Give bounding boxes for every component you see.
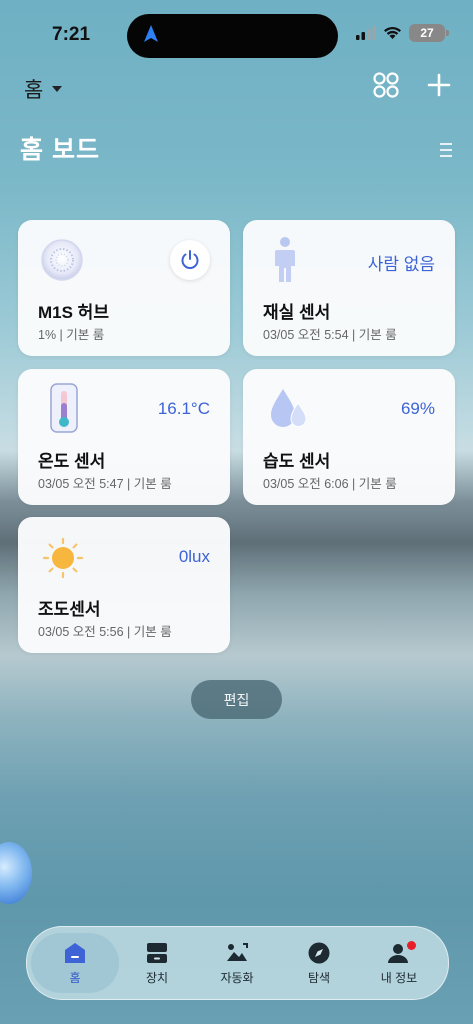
- device-subtitle: 03/05 오전 5:56 | 기본 룸: [38, 625, 172, 639]
- thermometer-icon: [50, 383, 78, 433]
- tab-label: 내 정보: [380, 970, 418, 985]
- device-value: 16.1°C: [157, 399, 210, 418]
- battery-level: 27: [420, 26, 434, 40]
- tab-automation[interactable]: 자동화: [195, 933, 279, 993]
- device-card-humidity[interactable]: 69% 습도 센서 03/05 오전 6:06 | 기본 룸: [243, 369, 455, 505]
- caret-down-icon: [52, 86, 63, 92]
- person-icon: [275, 237, 295, 282]
- device-subtitle: 03/05 오전 5:54 | 기본 룸: [263, 328, 397, 342]
- top-actions: [373, 72, 451, 98]
- assistant-bubble-icon[interactable]: [0, 842, 32, 904]
- device-subtitle: 1% | 기본 룸: [38, 328, 105, 342]
- edit-button[interactable]: 편집: [191, 680, 282, 719]
- device-value: 69%: [400, 399, 435, 418]
- tab-label: 홈: [69, 970, 81, 985]
- power-icon: [181, 250, 199, 269]
- tab-devices[interactable]: 장치: [115, 933, 199, 993]
- notification-dot: [407, 941, 416, 950]
- status-bar: 7:21 27: [0, 0, 473, 70]
- tab-my-info[interactable]: 내 정보: [357, 933, 441, 993]
- home-icon: [65, 942, 85, 963]
- page-title: 홈 보드: [20, 136, 100, 164]
- water-drops-icon: [271, 389, 307, 427]
- bottom-tab-bar: 홈 장치 자동화 탐색 내 정보: [26, 926, 449, 1000]
- device-value: 사람 없음: [367, 255, 435, 274]
- devices-icon: [147, 942, 167, 963]
- tab-explore[interactable]: 탐색: [277, 933, 361, 993]
- device-subtitle: 03/05 오전 6:06 | 기본 룸: [263, 477, 397, 491]
- home-selector-label: 홈: [24, 79, 44, 102]
- list-menu-icon[interactable]: [439, 142, 453, 158]
- location-arrow-icon: [144, 25, 158, 42]
- device-title: M1S 허브: [38, 303, 109, 322]
- tab-home[interactable]: 홈: [31, 933, 119, 993]
- status-icons: 27: [356, 24, 449, 42]
- compass-icon: [308, 942, 330, 963]
- device-value: 0lux: [178, 547, 210, 566]
- signal-icon: [356, 26, 376, 40]
- automation-icon: [227, 942, 248, 961]
- grid-view-icon[interactable]: [373, 72, 399, 98]
- home-selector[interactable]: 홈: [24, 74, 63, 104]
- device-card-presence[interactable]: 사람 없음 재실 센서 03/05 오전 5:54 | 기본 룸: [243, 220, 455, 356]
- device-subtitle: 03/05 오전 5:47 | 기본 룸: [38, 477, 172, 491]
- tab-label: 탐색: [307, 970, 331, 985]
- device-card-hub[interactable]: M1S 허브 1% | 기본 룸: [18, 220, 230, 356]
- battery-indicator: 27: [409, 24, 449, 42]
- hub-icon: [41, 239, 83, 281]
- device-title: 습도 센서: [263, 452, 331, 471]
- device-card-illuminance[interactable]: 0lux 조도센서 03/05 오전 5:56 | 기본 룸: [18, 517, 230, 653]
- tab-label: 장치: [145, 970, 169, 985]
- add-icon[interactable]: [427, 73, 451, 97]
- sun-icon: [42, 537, 84, 579]
- tab-label: 자동화: [220, 970, 254, 985]
- clock: 7:21: [52, 24, 91, 45]
- device-title: 온도 센서: [38, 452, 106, 471]
- device-title: 재실 센서: [263, 303, 331, 322]
- wifi-icon: [384, 26, 401, 39]
- device-title: 조도센서: [38, 600, 101, 619]
- device-card-temperature[interactable]: 16.1°C 온도 센서 03/05 오전 5:47 | 기본 룸: [18, 369, 230, 505]
- power-button[interactable]: [170, 240, 210, 280]
